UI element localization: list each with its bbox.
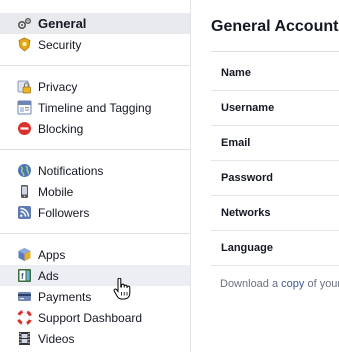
ads-icon: f <box>17 268 32 283</box>
sidebar-item-privacy[interactable]: Privacy <box>0 76 190 97</box>
setting-label: Networks <box>221 207 271 219</box>
setting-label: Email <box>221 137 251 149</box>
sidebar-divider <box>0 65 190 66</box>
general-settings-panel: General Account Name Username Email Pass… <box>191 0 339 352</box>
download-copy-link[interactable]: copy <box>281 278 304 290</box>
hand-cursor-icon <box>112 277 132 300</box>
sidebar-item-mobile[interactable]: Mobile <box>0 181 190 202</box>
globe-icon <box>17 163 32 178</box>
gears-icon <box>17 16 32 31</box>
sidebar-item-support-dashboard[interactable]: Support Dashboard <box>0 307 190 328</box>
sidebar-item-followers[interactable]: Followers <box>0 202 190 223</box>
sidebar-item-label: Timeline and Tagging <box>38 101 152 115</box>
setting-row-email[interactable]: Email <box>211 126 339 160</box>
sidebar-item-label: Support Dashboard <box>38 311 143 325</box>
sidebar-item-label: General <box>38 16 87 31</box>
title-divider <box>211 51 339 52</box>
timeline-icon <box>17 100 32 115</box>
setting-row-name[interactable]: Name <box>211 56 339 90</box>
blocking-icon <box>17 121 32 136</box>
setting-row-username[interactable]: Username <box>211 91 339 125</box>
sidebar-item-label: Security <box>38 38 82 52</box>
sidebar-item-notifications[interactable]: Notifications <box>0 160 190 181</box>
security-badge-icon <box>17 37 32 52</box>
sidebar-item-timeline-and-tagging[interactable]: Timeline and Tagging <box>0 97 190 118</box>
sidebar-item-general[interactable]: General <box>0 13 190 34</box>
sidebar-item-label: Apps <box>38 248 66 262</box>
row-divider <box>211 265 339 266</box>
download-prefix: Download a <box>220 278 282 290</box>
rss-icon <box>17 205 32 220</box>
setting-label: Username <box>221 102 275 114</box>
setting-label: Name <box>221 67 251 79</box>
sidebar-item-label: Notifications <box>38 164 104 178</box>
payments-icon <box>17 289 32 304</box>
sidebar-item-security[interactable]: Security <box>0 34 190 55</box>
setting-label: Language <box>221 242 273 254</box>
sidebar-item-blocking[interactable]: Blocking <box>0 118 190 139</box>
sidebar-item-label: Videos <box>38 332 75 346</box>
setting-row-networks[interactable]: Networks <box>211 196 339 230</box>
mobile-icon <box>17 184 32 199</box>
download-suffix: of your <box>304 278 339 290</box>
sidebar-item-label: Ads <box>38 269 59 283</box>
sidebar-item-label: Blocking <box>38 122 84 136</box>
sidebar-item-payments[interactable]: Payments <box>0 286 190 307</box>
sidebar-item-label: Followers <box>38 206 90 220</box>
apps-cube-icon <box>17 247 32 262</box>
sidebar-item-label: Payments <box>38 290 92 304</box>
download-copy-text: Download a copy of your <box>220 278 339 290</box>
settings-sidebar: General Security Privacy Timeline and Ta… <box>0 0 191 352</box>
sidebar-item-apps[interactable]: Apps <box>0 244 190 265</box>
sidebar-divider <box>0 149 190 150</box>
setting-row-language[interactable]: Language <box>211 231 339 265</box>
sidebar-divider <box>0 233 190 234</box>
sidebar-item-ads[interactable]: f Ads <box>0 265 190 286</box>
lifebuoy-icon <box>17 310 32 325</box>
lock-icon <box>17 79 32 94</box>
film-icon <box>17 331 32 346</box>
sidebar-item-label: Privacy <box>38 80 78 94</box>
svg-text:f: f <box>21 272 24 281</box>
setting-row-password[interactable]: Password <box>211 161 339 195</box>
setting-label: Password <box>221 172 273 184</box>
page-title: General Account <box>211 18 339 35</box>
sidebar-item-videos[interactable]: Videos <box>0 328 190 349</box>
sidebar-item-label: Mobile <box>38 185 74 199</box>
